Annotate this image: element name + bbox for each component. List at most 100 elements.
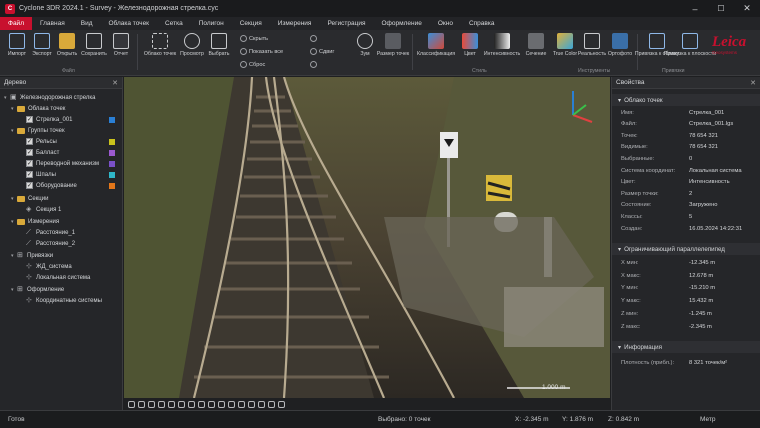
tree-node-rails[interactable]: ✓ Рельсы	[20, 136, 57, 147]
view-tool-icon[interactable]	[128, 400, 135, 408]
visibility-checkbox[interactable]: ✓	[26, 138, 33, 145]
view-tool-icon[interactable]	[218, 400, 225, 408]
tree-node-rail-system[interactable]: ⊹ ЖД_система	[20, 261, 72, 272]
distance-icon: ⟋	[26, 240, 31, 247]
show-all-button[interactable]: Показать все	[240, 48, 283, 55]
section-point-cloud[interactable]: ▾ Облако точек	[612, 94, 760, 106]
3d-viewport[interactable]: 1.000 m	[124, 77, 610, 410]
menu-registration[interactable]: Регистрация	[319, 17, 373, 30]
select-button[interactable]: Выбрать	[206, 33, 232, 57]
color-button[interactable]: Цвет	[457, 33, 483, 57]
reality-button[interactable]: Реальность	[578, 33, 606, 57]
preview-button[interactable]: Просмотр	[179, 33, 205, 57]
view-tool-icon[interactable]	[258, 400, 265, 408]
tree-node-equipment[interactable]: ✓ Оборудование	[20, 180, 77, 191]
distance-icon: ⟋	[26, 229, 31, 236]
tree-header: Дерево ✕	[0, 77, 122, 89]
group-label-bindings: Привязки	[662, 68, 685, 74]
rotate-button[interactable]	[310, 61, 319, 68]
menu-home[interactable]: Главная	[32, 17, 73, 30]
view-tool-icon[interactable]	[178, 400, 185, 408]
zoom-button[interactable]: Зум	[352, 33, 378, 57]
menu-design[interactable]: Оформление	[373, 17, 429, 30]
layer-color-swatch	[109, 172, 115, 178]
menu-section[interactable]: Секция	[232, 17, 270, 30]
report-button[interactable]: Отчет	[108, 33, 134, 57]
visibility-checkbox[interactable]: ✓	[26, 149, 33, 156]
tree-node-switch-mechanism[interactable]: ✓ Переводной механизм	[20, 158, 99, 169]
tree-node-cloud[interactable]: ✓ Стрелка_001	[20, 114, 73, 125]
orbit-button[interactable]	[310, 35, 319, 42]
export-button[interactable]: Экспорт	[29, 33, 55, 57]
tree-node-coordinate-systems[interactable]: ⊹ Координатные системы	[20, 295, 102, 306]
view-tool-icon[interactable]	[138, 400, 145, 408]
close-icon[interactable]: ✕	[112, 79, 118, 87]
tree-node-bindings[interactable]: ▾ ⊞ Привязки	[11, 250, 53, 261]
tree-node-ballast[interactable]: ✓ Балласт	[20, 147, 59, 158]
save-button[interactable]: Сохранить	[81, 33, 107, 57]
view-tool-icon[interactable]	[208, 400, 215, 408]
menu-window[interactable]: Окно	[430, 17, 461, 30]
tree-node-distance-2[interactable]: ⟋ Расстояние_2	[20, 238, 75, 249]
tree-node-measurements[interactable]: ▾ Измерения	[11, 216, 59, 227]
menu-bar: Файл Главная Вид Облака точек Сетка Поли…	[0, 17, 760, 30]
bind-to-plane-button[interactable]: Привязка к плоскости	[664, 33, 716, 57]
prop-row: Y макс: 15.432 m	[621, 297, 714, 304]
title-bar: C Cyclone 3DR 2024.1 - Survey - Железнод…	[0, 0, 760, 17]
open-button[interactable]: Открыть	[54, 33, 80, 57]
view-tool-icon[interactable]	[228, 400, 235, 408]
visibility-checkbox[interactable]: ✓	[26, 116, 33, 123]
visibility-checkbox[interactable]: ✓	[26, 171, 33, 178]
view-tool-icon[interactable]	[278, 400, 285, 408]
tree-node-sleepers[interactable]: ✓ Шпалы	[20, 169, 56, 180]
menu-point-clouds[interactable]: Облака точек	[101, 17, 158, 30]
minimize-button[interactable]: –	[682, 0, 708, 17]
tree-node-local-system[interactable]: ⊹ Локальная система	[20, 272, 90, 283]
hide-button[interactable]: Скрыть	[240, 35, 268, 42]
tree-node-sections[interactable]: ▾ Секции	[11, 193, 48, 204]
tree-node-section-1[interactable]: ◈ Секция 1	[20, 204, 61, 215]
orthophoto-button[interactable]: Ортофото	[607, 33, 633, 57]
visibility-checkbox[interactable]: ✓	[26, 182, 33, 189]
view-tool-icon[interactable]	[188, 400, 195, 408]
view-tool-icon[interactable]	[198, 400, 205, 408]
intensity-button[interactable]: Интенсивность	[484, 33, 520, 57]
menu-mesh[interactable]: Сетка	[157, 17, 191, 30]
tree-node-distance-1[interactable]: ⟋ Расстояние_1	[20, 227, 75, 238]
close-button[interactable]: ✕	[734, 0, 760, 17]
true-color-button[interactable]: True Color	[552, 33, 578, 57]
switch-sign	[486, 175, 512, 201]
tree-node-point-clouds[interactable]: ▾ Облака точек	[11, 103, 65, 114]
shift-button[interactable]: Сдвиг	[310, 48, 334, 55]
menu-file[interactable]: Файл	[0, 17, 32, 30]
maximize-button[interactable]: ☐	[708, 0, 734, 17]
visibility-checkbox[interactable]: ✓	[26, 160, 33, 167]
tree-root[interactable]: ▾ ▣ Железнодорожная стрелка	[4, 92, 95, 103]
prop-row: Плотность (прибл.): 8 321 точек/м²	[621, 359, 728, 366]
binding-icon: ⊞	[17, 252, 23, 259]
view-tool-icon[interactable]	[268, 400, 275, 408]
view-tool-icon[interactable]	[238, 400, 245, 408]
section-bounding-box[interactable]: ▾ Ограничивающий параллелепипед	[612, 243, 760, 255]
close-icon[interactable]: ✕	[750, 79, 756, 87]
menu-view[interactable]: Вид	[73, 17, 101, 30]
view-tool-icon[interactable]	[158, 400, 165, 408]
import-icon	[9, 33, 25, 49]
section-button[interactable]: Сечение	[523, 33, 549, 57]
point-size-button[interactable]: Размер точек	[377, 33, 409, 57]
classification-button[interactable]: Классификация	[417, 33, 455, 57]
prop-row: Точек: 78 654 321	[621, 132, 719, 139]
import-button[interactable]: Импорт	[4, 33, 30, 57]
view-tool-icon[interactable]	[148, 400, 155, 408]
menu-measurements[interactable]: Измерения	[270, 17, 320, 30]
tree-node-point-groups[interactable]: ▾ Группы точек	[11, 125, 65, 136]
tree-node-design[interactable]: ▾ ⊞ Оформление	[11, 284, 64, 295]
view-tool-icon[interactable]	[248, 400, 255, 408]
menu-help[interactable]: Справка	[461, 17, 503, 30]
reset-button[interactable]: Сброс	[240, 61, 265, 68]
point-cloud-icon	[152, 33, 168, 49]
point-cloud-button[interactable]: Облако точек	[144, 33, 176, 57]
section-info[interactable]: ▾ Информация	[612, 341, 760, 353]
view-tool-icon[interactable]	[168, 400, 175, 408]
menu-polygon[interactable]: Полигон	[191, 17, 232, 30]
